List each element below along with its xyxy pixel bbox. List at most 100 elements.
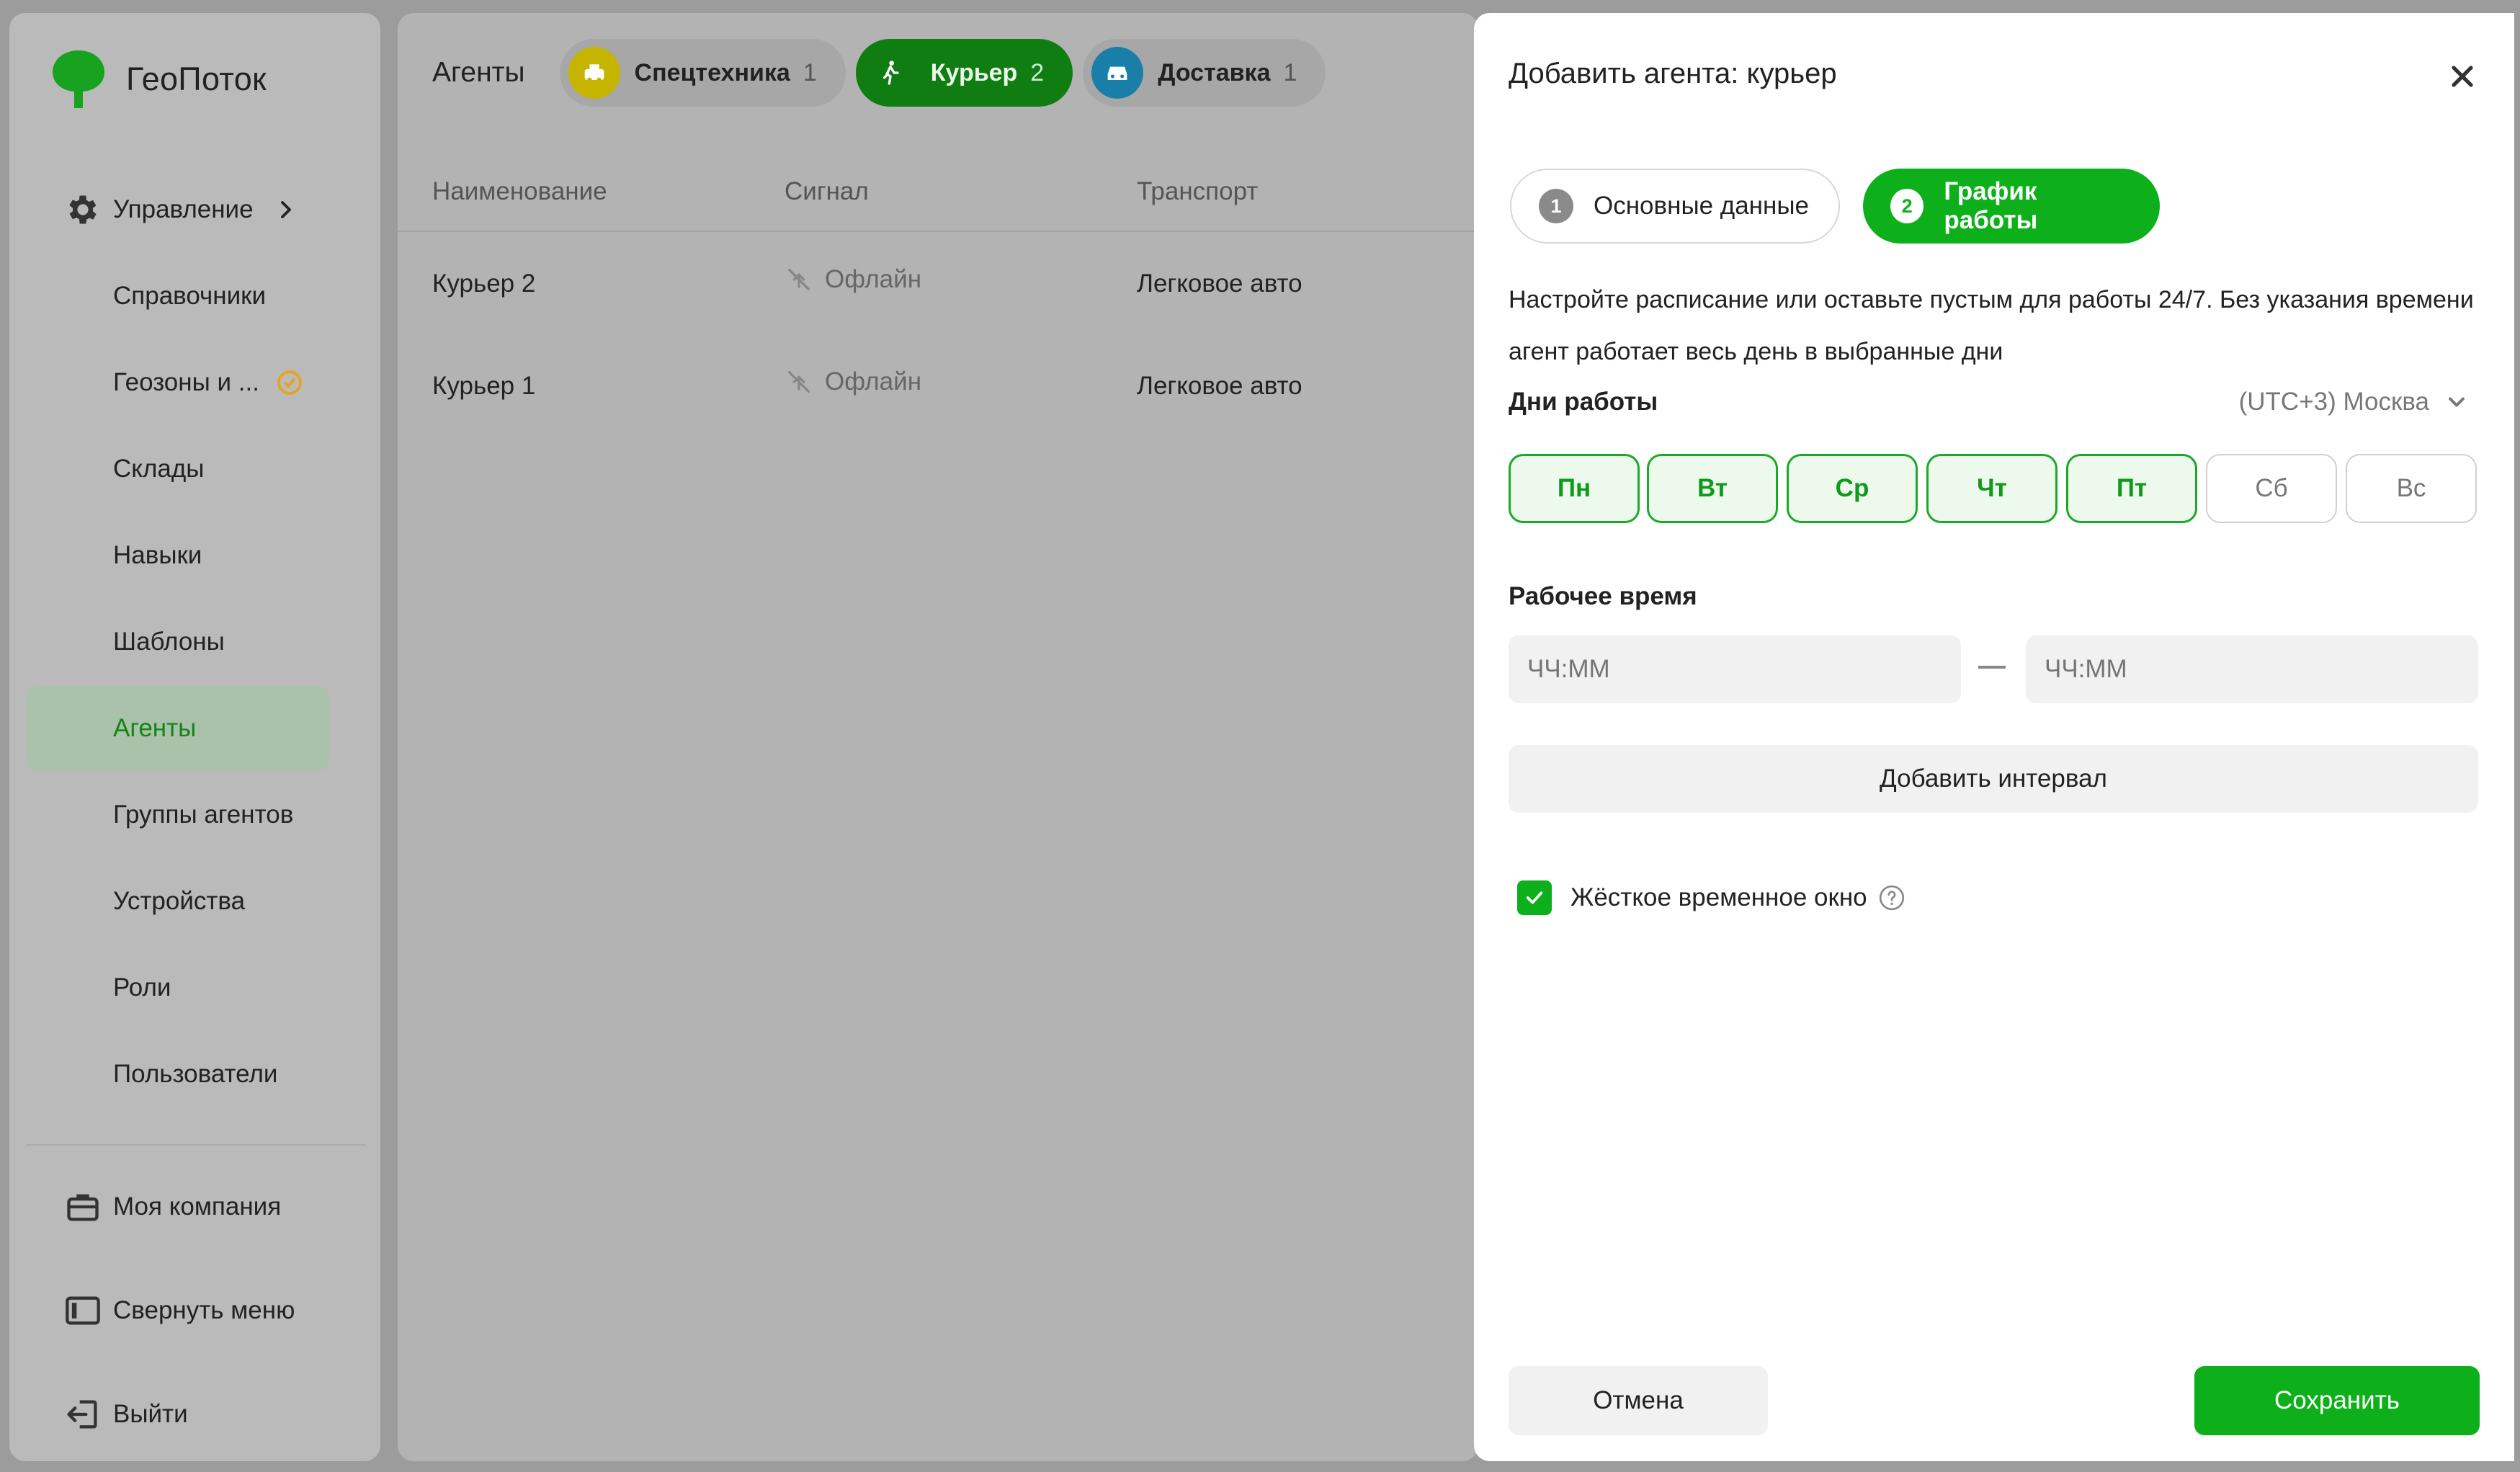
add-interval-button[interactable]: Добавить интервал [1509, 745, 2478, 813]
hard-time-window-label: Жёсткое временное окно [1570, 883, 1867, 911]
no-signal-icon [788, 269, 810, 290]
sidebar-item-warehouses[interactable]: Склады [27, 427, 329, 512]
walking-courier-icon [864, 47, 916, 99]
step-basic-data[interactable]: 1 Основные данные [1510, 169, 1840, 244]
step-label: График работы [1944, 177, 2038, 234]
sidebar-item-label: Склады [113, 455, 205, 483]
close-icon[interactable] [2445, 59, 2480, 94]
sidebar-item-directories[interactable]: Справочники [27, 254, 329, 339]
chip-count: 1 [1283, 58, 1297, 86]
sidebar-item-label: Устройства [113, 887, 246, 915]
list-header: Агенты Спецтехника 1 Курьер 2 Доставка 1 [432, 39, 1336, 107]
save-button[interactable]: Сохранить [2194, 1366, 2480, 1435]
sidebar-item-label: Шаблоны [113, 628, 225, 656]
table-row[interactable]: Курьер 2 Офлайн Легковое авто [398, 233, 1478, 336]
day-toggle-mon[interactable]: Пн [1509, 454, 1640, 523]
sidebar-item-label: Моя компания [113, 1192, 282, 1221]
sidebar-item-roles[interactable]: Роли [27, 945, 329, 1030]
add-agent-drawer: Добавить агента: курьер 1 Основные данны… [1474, 13, 2514, 1461]
sidebar-item-logout[interactable]: Выйти [27, 1372, 329, 1457]
drawer-title: Добавить агента: курьер [1509, 58, 1837, 89]
day-toggle-sun[interactable]: Вс [2346, 454, 2477, 523]
sidebar-item-users[interactable]: Пользователи [27, 1032, 329, 1117]
day-label: Пн [1557, 474, 1591, 502]
day-label: Вт [1697, 474, 1728, 502]
sidebar-item-agents[interactable]: Агенты [27, 686, 329, 771]
timezone-select[interactable]: (UTC+3) Москва [2239, 388, 2470, 416]
chip-label: Доставка [1158, 58, 1271, 86]
chevron-down-icon [2449, 397, 2465, 407]
column-header-name[interactable]: Наименование [432, 177, 607, 206]
day-label: Вс [2396, 474, 2426, 502]
day-toggle-tue[interactable]: Вт [1647, 454, 1778, 523]
sidebar-item-geozones[interactable]: Геозоны и ... [27, 340, 329, 425]
chip-label: Курьер [930, 58, 1018, 86]
day-toggle-thu[interactable]: Чт [1926, 454, 2057, 523]
sidebar-item-label: Группы агентов [113, 800, 294, 829]
day-toggle-fri[interactable]: Пт [2066, 454, 2197, 523]
filter-chip-courier[interactable]: Курьер 2 [855, 39, 1073, 107]
sidebar-item-agent-groups[interactable]: Группы агентов [27, 772, 329, 857]
sidebar-item-label: Свернуть меню [113, 1296, 295, 1324]
agents-list-panel: Агенты Спецтехника 1 Курьер 2 Доставка 1… [398, 13, 1478, 1461]
sidebar-item-label: Пользователи [113, 1060, 278, 1088]
day-label: Ср [1835, 474, 1869, 502]
day-label: Пт [2116, 474, 2148, 502]
filter-chip-delivery[interactable]: Доставка 1 [1083, 39, 1326, 107]
sidebar-item-label: Справочники [113, 282, 267, 310]
clock-warning-icon [277, 370, 302, 395]
agent-name: Курьер 2 [432, 269, 536, 298]
step-schedule[interactable]: 2 График работы [1863, 169, 2160, 244]
filter-chip-special-vehicles[interactable]: Спецтехника 1 [559, 39, 846, 107]
work-time-label: Рабочее время [1509, 582, 1697, 610]
app-root: ГеоПоток Управление Справочники Геозоны … [0, 0, 2520, 1472]
time-from-input[interactable] [1509, 635, 1961, 703]
sidebar-divider [27, 1144, 365, 1146]
sidebar-item-label: Геозоны и ... [113, 368, 259, 396]
special-vehicle-icon [568, 47, 620, 99]
schedule-hint: Настройте расписание или оставьте пустым… [1509, 286, 2474, 365]
transport-type: Легковое авто [1137, 372, 1303, 400]
logo[interactable]: ГеоПоток [45, 46, 267, 112]
tree-logo-icon [53, 50, 104, 108]
table-row[interactable]: Курьер 1 Офлайн Легковое авто [398, 336, 1478, 438]
checkmark-icon [1526, 891, 1543, 904]
timezone-value: (UTC+3) Москва [2238, 388, 2429, 416]
sidebar-item-label: Управление [113, 195, 254, 223]
chip-count: 1 [803, 58, 817, 86]
signal-status: Офлайн [785, 265, 921, 294]
sidebar-item-my-company[interactable]: Моя компания [27, 1164, 329, 1249]
column-header-signal[interactable]: Сигнал [785, 177, 869, 206]
step-number: 2 [1890, 189, 1924, 223]
help-icon[interactable] [1877, 883, 1906, 912]
hard-time-window-checkbox[interactable] [1517, 880, 1552, 915]
time-to-input[interactable] [2026, 635, 2478, 703]
page-title: Агенты [432, 57, 525, 88]
step-label: Основные данные [1594, 192, 1809, 220]
column-header-transport[interactable]: Транспорт [1137, 177, 1258, 206]
step-number: 1 [1539, 189, 1573, 223]
day-label: Чт [1977, 474, 2007, 502]
gear-icon [69, 195, 97, 224]
day-toggle-wed[interactable]: Ср [1787, 454, 1918, 523]
sidebar-item-collapse[interactable]: Свернуть меню [27, 1268, 329, 1353]
sidebar-item-templates[interactable]: Шаблоны [27, 599, 329, 684]
sidebar-item-label: Роли [113, 973, 171, 1002]
sidebar-item-label: Выйти [113, 1400, 188, 1428]
collapse-sidebar-icon [66, 1296, 100, 1325]
agent-name: Курьер 1 [432, 372, 536, 400]
sidebar: ГеоПоток Управление Справочники Геозоны … [9, 13, 380, 1461]
table-header: Наименование Сигнал Транспорт [398, 157, 1478, 232]
car-icon [1091, 47, 1144, 99]
no-signal-icon [788, 371, 810, 393]
sidebar-item-skills[interactable]: Навыки [27, 513, 329, 598]
work-days-label: Дни работы [1509, 388, 1658, 416]
logout-icon [67, 1400, 97, 1429]
cancel-button[interactable]: Отмена [1509, 1366, 1768, 1435]
sidebar-item-devices[interactable]: Устройства [27, 859, 329, 944]
sidebar-item-management[interactable]: Управление [27, 167, 329, 252]
sidebar-item-label: Агенты [113, 714, 197, 742]
sidebar-item-label: Навыки [113, 541, 202, 569]
transport-type: Легковое авто [1137, 269, 1303, 298]
day-toggle-sat[interactable]: Сб [2206, 454, 2337, 523]
